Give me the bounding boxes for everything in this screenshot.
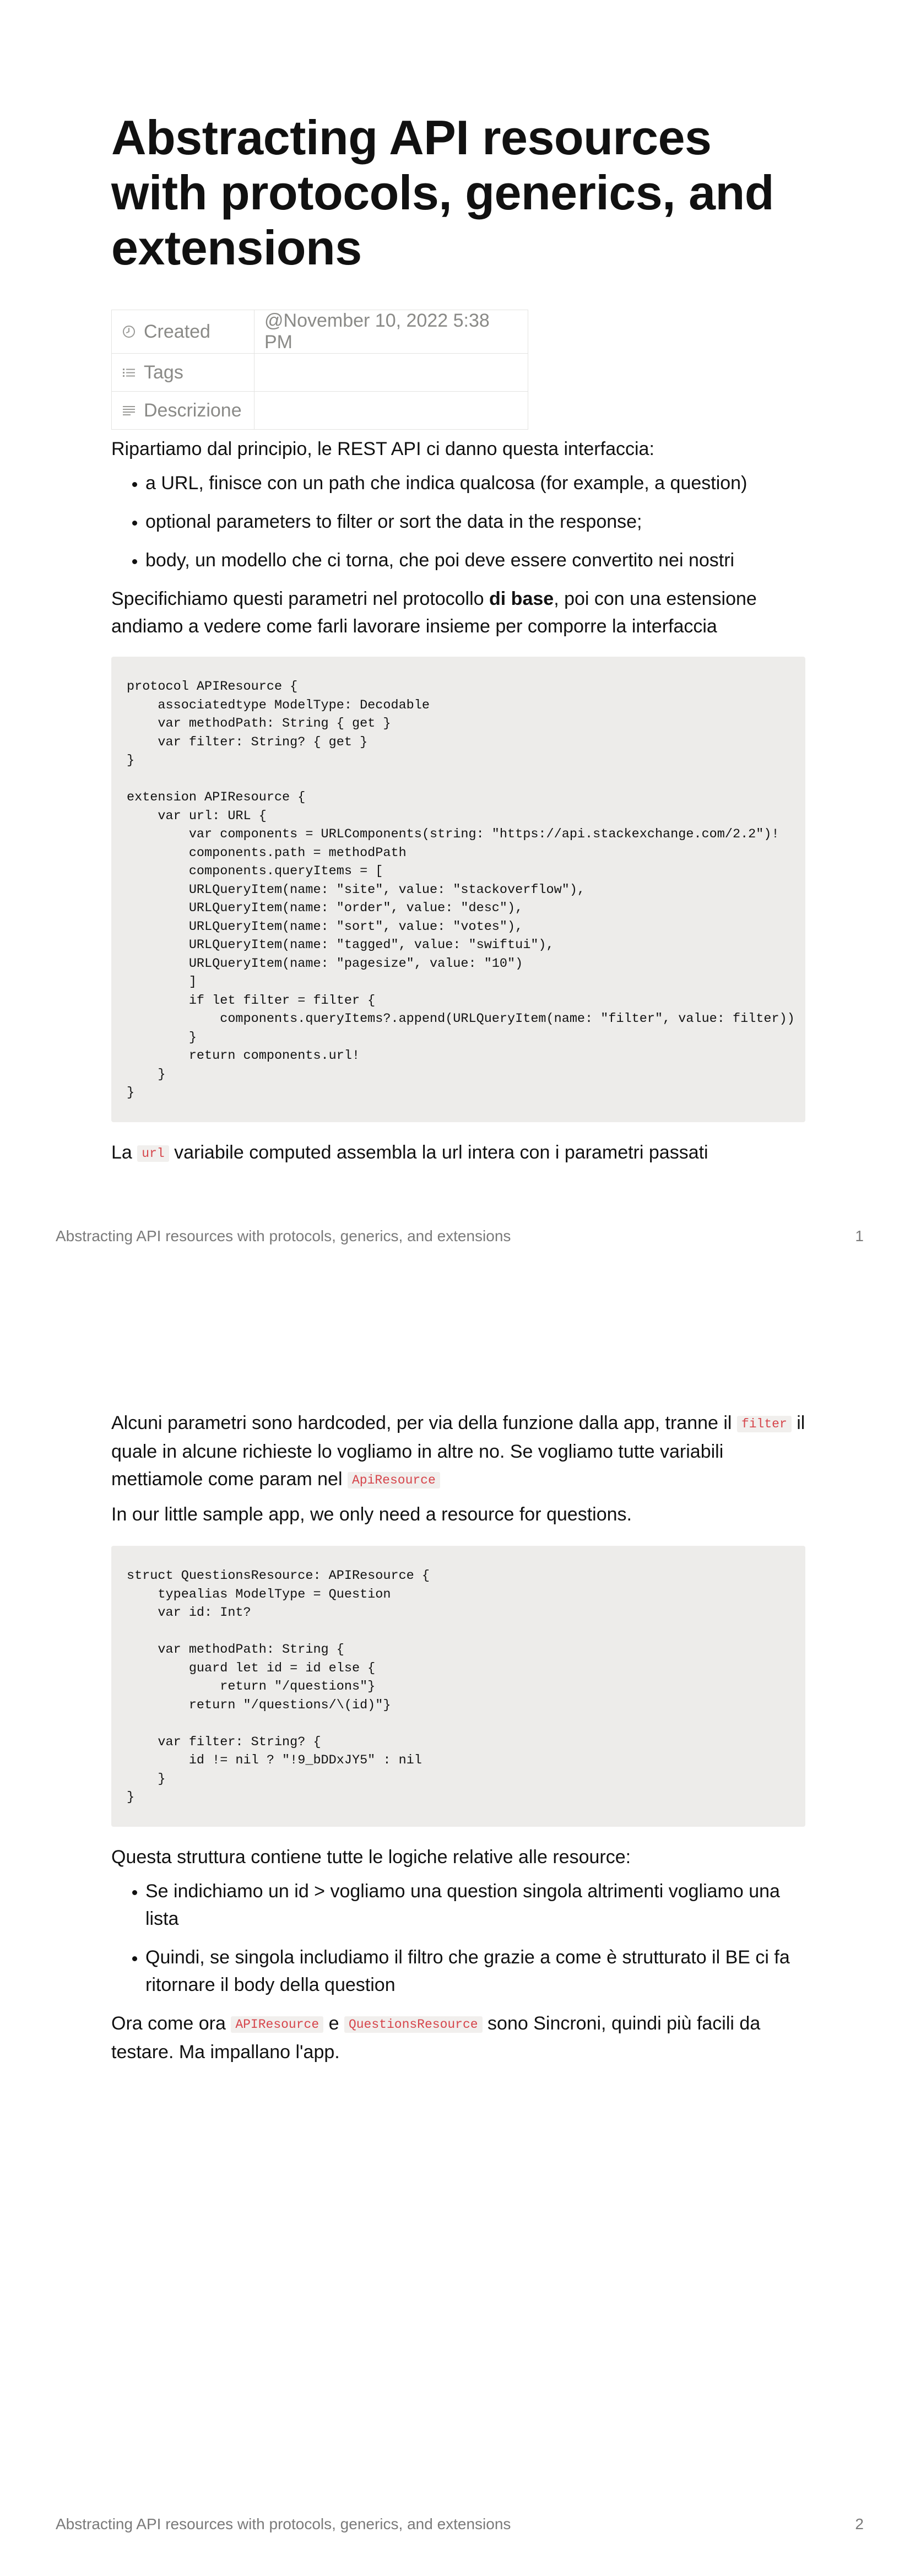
structure-paragraph: Questa struttura contiene tutte le logic… (111, 1846, 631, 1868)
list-item: Se indichiamo un id > vogliamo una quest… (145, 1877, 805, 1933)
page-2: Alcuni parametri sono hardcoded, per via… (0, 1288, 910, 2576)
property-row-descrizione: Descrizione (111, 391, 528, 430)
footer-title: Abstracting API resources with protocols… (56, 1227, 511, 1244)
property-row-created: Created @November 10, 2022 5:38 PM (111, 310, 528, 354)
list-item: a URL, finisce con un path che indica qu… (145, 469, 805, 497)
property-value (254, 353, 528, 392)
property-value (254, 391, 528, 430)
property-row-tags: Tags (111, 353, 528, 392)
property-key: Descrizione (144, 399, 242, 421)
sample-app-paragraph: In our little sample app, we only need a… (111, 1504, 632, 1525)
sync-paragraph: Ora come ora APIResource e QuestionsReso… (111, 2012, 761, 2063)
property-key: Created (144, 321, 210, 342)
page-1: Abstracting API resources with protocols… (0, 0, 910, 1288)
bold-text: di base (489, 588, 554, 609)
protocol-paragraph: Specifichiamo questi parametri nel proto… (111, 588, 757, 637)
clock-icon (123, 326, 135, 338)
interface-bullet-list: a URL, finisce con un path che indica qu… (111, 469, 805, 574)
code-text: struct QuestionsResource: APIResource { … (127, 1568, 430, 1805)
list-item: Quindi, se singola includiamo il filtro … (145, 1944, 805, 1999)
list-icon (123, 369, 135, 377)
page-footer: Abstracting API resources with protocols… (56, 2515, 864, 2537)
page-number: 1 (855, 1227, 864, 1244)
code-block-api-resource: protocol APIResource { associatedtype Mo… (111, 657, 805, 1122)
hardcoded-params-paragraph: Alcuni parametri sono hardcoded, per via… (111, 1413, 805, 1490)
text-lines-icon (123, 406, 135, 415)
inline-code: ApiResource (347, 1472, 440, 1489)
inline-code: QuestionsResource (344, 2016, 483, 2033)
list-item: body, un modello che ci torna, che poi d… (145, 546, 805, 574)
page-1-content: Abstracting API resources with protocols… (111, 110, 805, 1167)
page-footer: Abstracting API resources with protocols… (56, 1227, 864, 1249)
footer-title: Abstracting API resources with protocols… (56, 2515, 511, 2532)
page-number: 2 (855, 2515, 864, 2532)
intro-paragraph: Ripartiamo dal principio, le REST API ci… (111, 439, 654, 459)
property-value: @November 10, 2022 5:38 PM (254, 310, 528, 354)
properties-table: Created @November 10, 2022 5:38 PM Tags … (111, 310, 528, 430)
inline-code: APIResource (231, 2016, 324, 2033)
code-text: protocol APIResource { associatedtype Mo… (127, 679, 795, 1100)
inline-code: url (137, 1145, 169, 1162)
url-paragraph: La url variabile computed assembla la ur… (111, 1141, 708, 1163)
inline-code: filter (736, 1416, 792, 1432)
property-key: Tags (144, 361, 183, 383)
code-block-questions-resource: struct QuestionsResource: APIResource { … (111, 1546, 805, 1827)
list-item: optional parameters to filter or sort th… (145, 508, 805, 535)
logic-bullet-list: Se indichiamo un id > vogliamo una quest… (111, 1877, 805, 1999)
page-2-content: Alcuni parametri sono hardcoded, per via… (111, 1409, 805, 2066)
document-title: Abstracting API resources with protocols… (111, 110, 774, 275)
